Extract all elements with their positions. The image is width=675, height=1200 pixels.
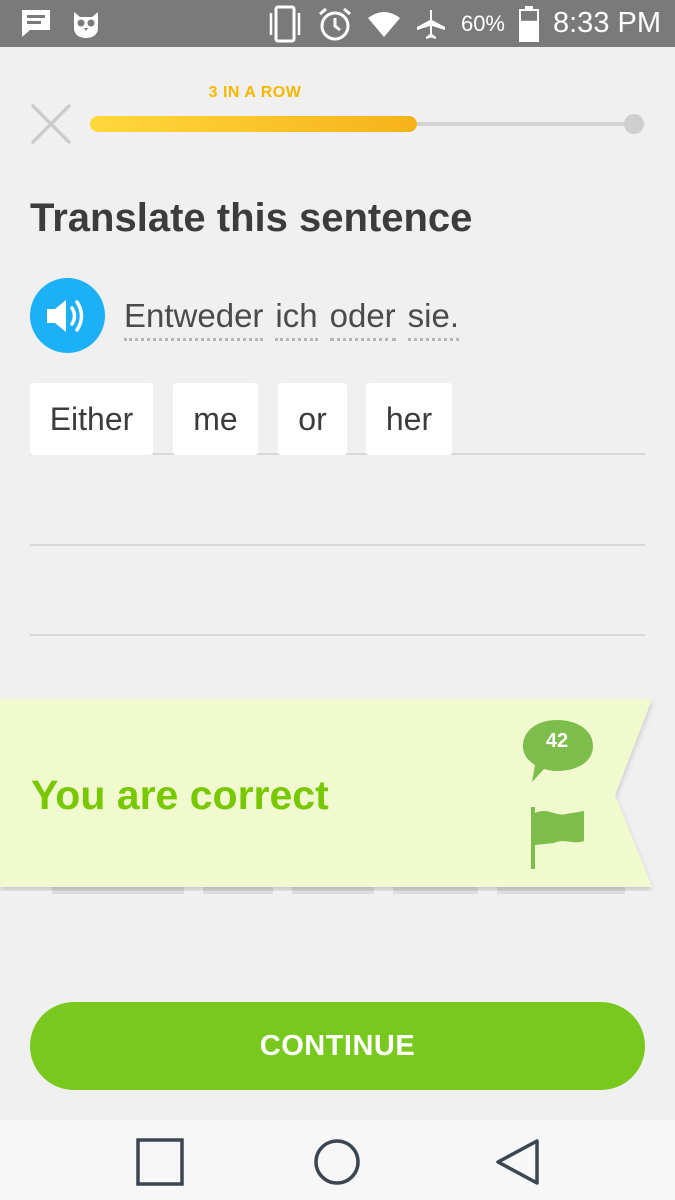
speaker-icon <box>46 299 83 332</box>
back-button[interactable] <box>493 1137 543 1187</box>
home-button[interactable] <box>312 1137 362 1187</box>
discussion-button[interactable]: 42 <box>522 718 596 784</box>
continue-button[interactable]: CONTINUE <box>30 1002 645 1090</box>
progress-end-marker <box>624 114 644 134</box>
close-icon <box>31 104 71 144</box>
status-bar: 60% 8:33 PM <box>0 0 675 47</box>
battery-icon <box>519 5 539 42</box>
page-title: Translate this sentence <box>30 196 473 240</box>
word-tile[interactable]: or <box>278 383 347 455</box>
message-icon <box>22 10 50 37</box>
comment-count: 42 <box>545 730 569 752</box>
answer-line <box>30 544 645 546</box>
answer-line <box>30 634 645 636</box>
sentence-word[interactable]: sie. <box>407 296 460 341</box>
play-audio-button[interactable] <box>30 278 105 353</box>
recents-button[interactable] <box>135 1137 185 1187</box>
alarm-icon <box>318 7 351 40</box>
sentence-word[interactable]: ich <box>275 296 318 341</box>
vibrate-icon <box>269 5 301 42</box>
sentence-word[interactable]: oder <box>329 296 396 341</box>
clock-time: 8:33 PM <box>553 7 661 39</box>
report-button[interactable] <box>526 805 588 871</box>
owl-icon <box>74 12 98 38</box>
streak-label: 3 IN A ROW <box>208 84 302 101</box>
airplane-icon <box>416 9 445 39</box>
wifi-icon <box>367 11 400 37</box>
word-tile[interactable]: Either <box>30 383 153 455</box>
sentence-word[interactable]: Entweder <box>124 296 264 341</box>
source-sentence: Entweder ich oder sie. <box>124 296 460 341</box>
word-tile[interactable]: her <box>366 383 452 455</box>
home-circle-icon <box>314 1139 360 1185</box>
close-button[interactable] <box>30 103 72 145</box>
correct-message: You are correct <box>31 772 329 818</box>
word-tile[interactable]: me <box>173 383 258 455</box>
recents-square-icon <box>136 1138 184 1186</box>
back-triangle-icon <box>496 1139 539 1185</box>
lesson-progress-fill <box>90 116 417 132</box>
flag-icon <box>531 807 584 869</box>
battery-percent: 60% <box>460 10 505 36</box>
lesson-progress-bar <box>90 116 635 132</box>
android-nav-bar <box>0 1120 675 1200</box>
